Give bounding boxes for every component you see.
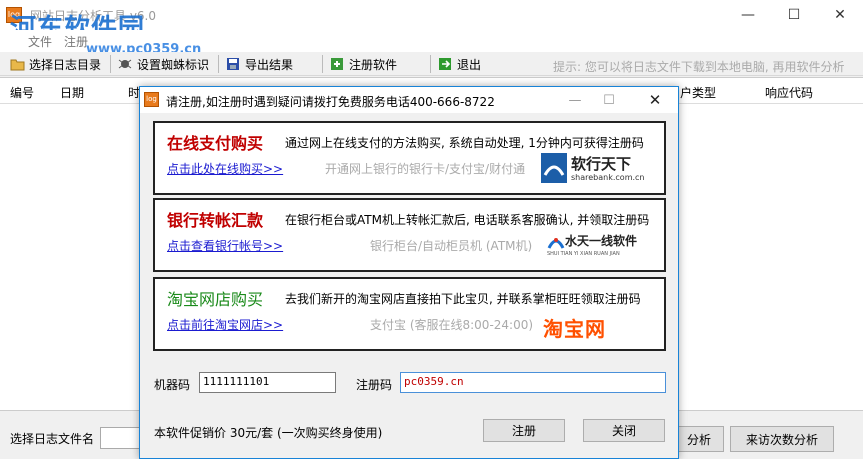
dialog-title: 请注册,如注册时遇到疑问请拨打免费服务电话400-666-8722	[166, 95, 495, 109]
col-header-id[interactable]: 编号	[10, 84, 34, 101]
bank-transfer-methods: 银行柜台/自动柜员机 (ATM机)	[370, 239, 533, 253]
close-button[interactable]: ✕	[817, 0, 863, 30]
taobao-shop-link[interactable]: 点击前往淘宝网店>>	[167, 316, 283, 333]
toolbar-separator	[218, 55, 219, 73]
col-header-user-type[interactable]: 户类型	[680, 84, 716, 101]
price-text: 本软件促销价 30元/套 (一次购买终身使用)	[154, 426, 383, 440]
dialog-app-icon: log	[144, 92, 159, 107]
set-spider-button[interactable]: 设置蜘蛛标识	[118, 54, 209, 74]
bank-account-link[interactable]: 点击查看银行帐号>>	[167, 237, 283, 254]
register-software-label: 注册软件	[349, 57, 398, 72]
sharebank-logo: 软行天下 sharebank.com.cn	[541, 153, 645, 185]
log-file-label: 选择日志文件名	[10, 432, 95, 446]
toolbar-separator	[322, 55, 323, 73]
visits-analysis-button[interactable]: 来访次数分析	[730, 426, 834, 452]
online-payment-methods: 开通网上银行的银行卡/支付宝/财付通	[325, 162, 526, 176]
shuitianyixian-logo: 水天一线软件 SHUI TIAN YI XIAN RUAN JIAN	[547, 232, 647, 262]
select-log-dir-button[interactable]: 选择日志目录	[10, 54, 101, 74]
taobao-desc: 去我们新开的淘宝网店直接拍下此宝贝, 并联系掌柜旺旺领取注册码	[285, 292, 641, 306]
bank-transfer-title: 银行转帐汇款	[167, 211, 264, 230]
dialog-titlebar: log 请注册,如注册时遇到疑问请拨打免费服务电话400-666-8722 — …	[140, 87, 678, 113]
toolbar-separator	[110, 55, 111, 73]
select-log-dir-label: 选择日志目录	[29, 57, 102, 72]
col-header-date[interactable]: 日期	[60, 84, 84, 101]
dialog-close-button[interactable]: ✕	[640, 87, 670, 113]
online-payment-panel: 在线支付购买 通过网上在线支付的方法购买, 系统自动处理, 1分钟内可获得注册码…	[153, 121, 666, 195]
taobao-title: 淘宝网店购买	[167, 290, 264, 309]
set-spider-label: 设置蜘蛛标识	[137, 57, 210, 72]
spider-icon	[118, 57, 133, 71]
online-buy-link[interactable]: 点击此处在线购买>>	[167, 160, 283, 177]
folder-open-icon	[10, 57, 25, 71]
reg-code-label: 注册码	[356, 378, 393, 392]
machine-code-label: 机器码	[154, 378, 191, 392]
taobao-payment-methods: 支付宝 (客服在线8:00-24:00)	[370, 318, 534, 332]
register-button[interactable]: 注册	[483, 419, 565, 442]
col-header-response-code[interactable]: 响应代码	[765, 84, 813, 101]
exit-button[interactable]: 退出	[438, 54, 481, 74]
register-dialog: log 请注册,如注册时遇到疑问请拨打免费服务电话400-666-8722 — …	[139, 86, 679, 459]
log-file-input[interactable]	[100, 427, 142, 449]
register-icon	[330, 57, 345, 71]
export-button[interactable]: 导出结果	[226, 54, 293, 74]
shuitianyixian-logo-text: 水天一线软件	[565, 234, 638, 248]
shuitianyixian-logo-sub: SHUI TIAN YI XIAN RUAN JIAN	[547, 251, 620, 257]
online-payment-title: 在线支付购买	[167, 134, 264, 153]
menu-file[interactable]: 文件	[28, 33, 52, 50]
menu-register[interactable]: 注册	[64, 33, 88, 50]
dialog-minimize-button: —	[568, 92, 582, 108]
toolbar: 选择日志目录 设置蜘蛛标识 导出结果 注册软件 退出 提示: 您可以将日志文件下…	[0, 52, 863, 76]
bank-transfer-panel: 银行转帐汇款 在银行柜台或ATM机上转帐汇款后, 电话联系客服确认, 并领取注册…	[153, 198, 666, 272]
save-icon	[226, 57, 241, 71]
reg-code-input[interactable]: pc0359.cn	[400, 372, 666, 393]
toolbar-separator	[430, 55, 431, 73]
taobao-logo: 淘宝网	[543, 317, 606, 341]
taobao-panel: 淘宝网店购买 去我们新开的淘宝网店直接拍下此宝贝, 并联系掌柜旺旺领取注册码 点…	[153, 277, 666, 351]
bank-transfer-desc: 在银行柜台或ATM机上转帐汇款后, 电话联系客服确认, 并领取注册码	[285, 213, 650, 227]
dialog-maximize-button: ☐	[603, 92, 615, 108]
toolbar-hint: 提示: 您可以将日志文件下载到本地电脑, 再用软件分析	[553, 60, 845, 74]
machine-code-field[interactable]: 1111111101	[199, 372, 336, 393]
sharebank-logo-url: sharebank.com.cn	[571, 173, 645, 182]
minimize-button[interactable]: —	[725, 0, 771, 30]
exit-label: 退出	[457, 57, 482, 72]
exit-icon	[438, 57, 453, 71]
register-software-button[interactable]: 注册软件	[330, 54, 397, 74]
close-dialog-button[interactable]: 关闭	[583, 419, 665, 442]
export-label: 导出结果	[245, 57, 294, 72]
sharebank-logo-text: 软行天下	[571, 155, 632, 173]
online-payment-desc: 通过网上在线支付的方法购买, 系统自动处理, 1分钟内可获得注册码	[285, 136, 644, 150]
maximize-button[interactable]: ☐	[771, 0, 817, 30]
